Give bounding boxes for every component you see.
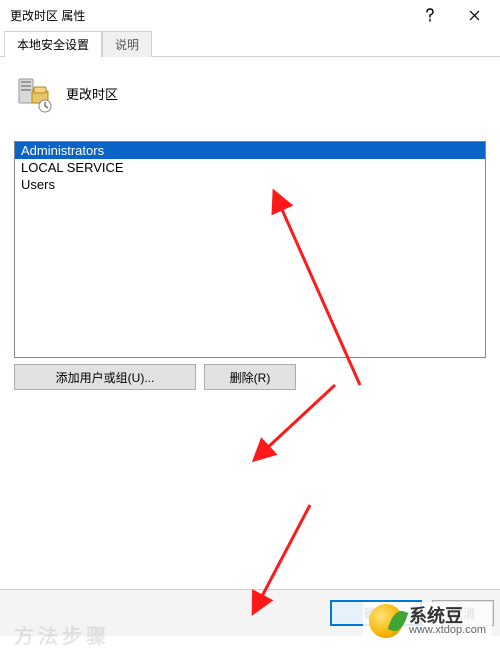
close-button[interactable] [452, 0, 496, 30]
help-icon [425, 8, 435, 22]
policy-icon [14, 73, 52, 113]
close-icon [469, 10, 480, 21]
properties-dialog: 更改时区 属性 本地安全设置 说明 [0, 0, 500, 650]
list-buttons-row: 添加用户或组(U)... 删除(R) [14, 364, 486, 390]
background-page-text: 方法步骤 [14, 618, 110, 650]
list-item[interactable]: Users [15, 176, 485, 193]
policy-header: 更改时区 [10, 69, 490, 141]
policy-name: 更改时区 [66, 84, 118, 103]
tab-strip: 本地安全设置 说明 [0, 30, 500, 56]
help-button[interactable] [408, 0, 452, 30]
watermark-url: www.xtdop.com [409, 625, 486, 636]
add-user-or-group-button[interactable]: 添加用户或组(U)... [14, 364, 196, 390]
tab-local-security[interactable]: 本地安全设置 [4, 31, 102, 57]
tab-explain[interactable]: 说明 [102, 31, 152, 57]
window-title: 更改时区 属性 [10, 7, 408, 24]
tab-panel: 更改时区 AdministratorsLOCAL SERVICEUsers 添加… [0, 56, 500, 402]
watermark: 系统豆 www.xtdop.com [363, 602, 492, 640]
list-item[interactable]: LOCAL SERVICE [15, 159, 485, 176]
watermark-name: 系统豆 [409, 607, 486, 625]
remove-button[interactable]: 删除(R) [204, 364, 296, 390]
principals-listbox[interactable]: AdministratorsLOCAL SERVICEUsers [14, 141, 486, 358]
titlebar: 更改时区 属性 [0, 0, 500, 30]
watermark-logo-icon [369, 604, 403, 638]
list-item[interactable]: Administrators [15, 142, 485, 159]
